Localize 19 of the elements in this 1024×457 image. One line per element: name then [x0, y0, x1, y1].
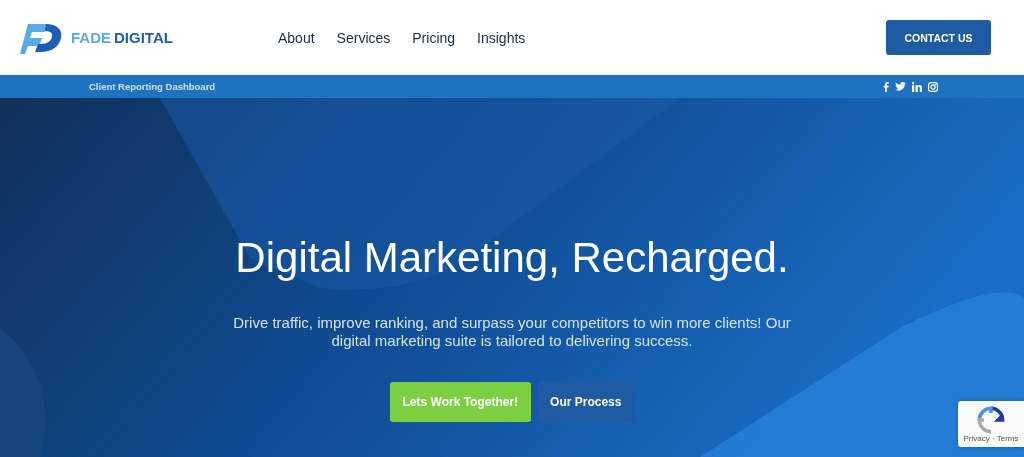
logo-text: DIGITAL — [114, 29, 173, 46]
facebook-icon[interactable] — [883, 81, 889, 92]
dashboard-link[interactable]: Client Reporting Dashboard — [89, 81, 216, 92]
process-button[interactable]: Our Process — [537, 382, 635, 422]
linkedin-icon[interactable] — [912, 81, 922, 92]
nav-link[interactable]: Pricing — [412, 29, 456, 46]
hero-title: Digital Marketing, Recharged. — [235, 234, 789, 282]
recaptcha-badge[interactable]: Privacy · Terms — [958, 401, 1024, 447]
nav-link[interactable]: Services — [336, 29, 391, 46]
logo-icon — [20, 21, 64, 54]
recaptcha-icon — [977, 405, 1005, 434]
twitter-icon[interactable] — [895, 82, 906, 91]
instagram-icon[interactable] — [928, 81, 938, 92]
hero-subtitle: Drive traffic, improve ranking, and surpass your competitors to win more clients! Our digital marketing suite is tailored to delivering success. — [232, 314, 792, 350]
nav-link[interactable]: Insights — [477, 29, 526, 46]
privacy-terms-link[interactable]: Privacy · Terms — [963, 433, 1019, 443]
logo-text: FADE — [71, 29, 111, 46]
contact-button[interactable]: CONTACT US — [886, 20, 991, 55]
nav-link[interactable]: About — [278, 29, 315, 46]
